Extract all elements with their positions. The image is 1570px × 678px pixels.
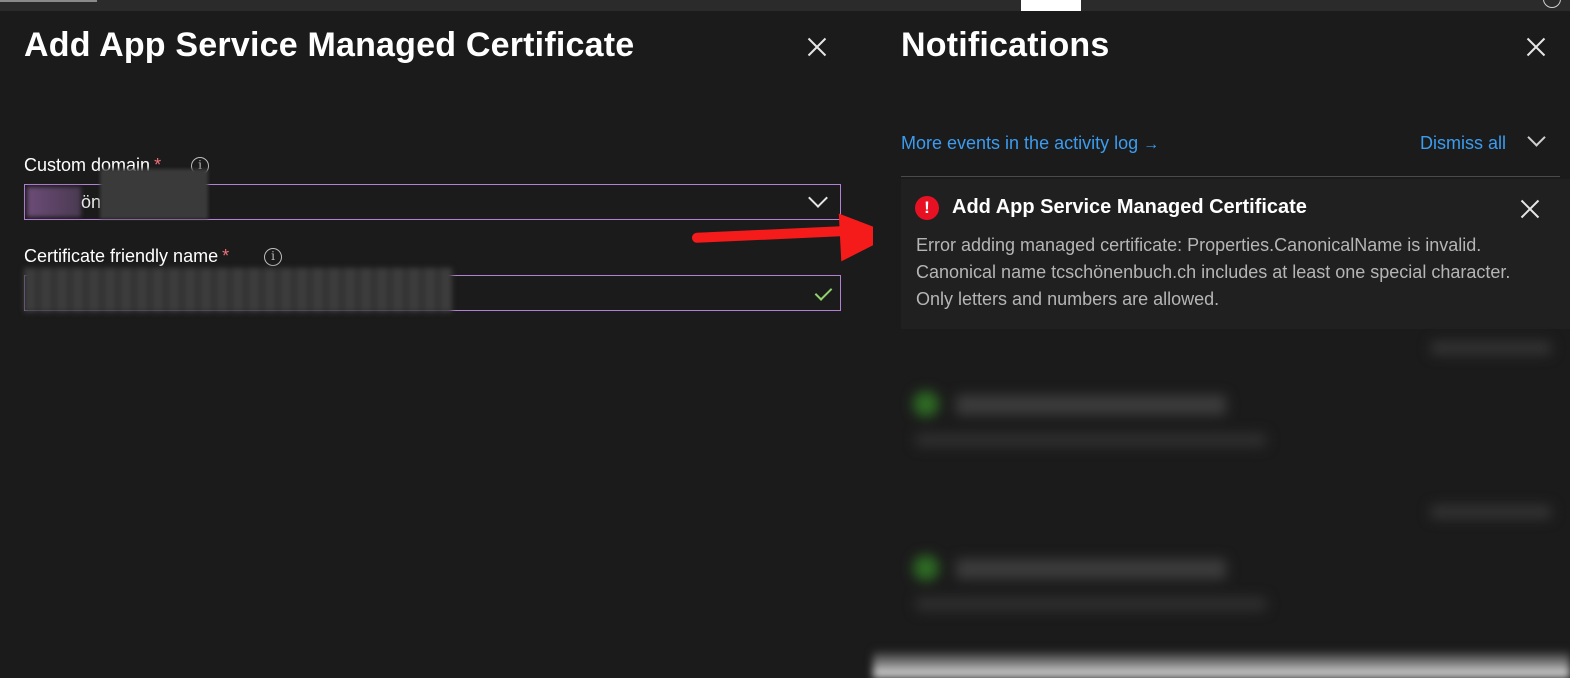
message-line: Only letters and numbers are allowed. xyxy=(916,289,1220,309)
topbar-highlight xyxy=(1021,0,1081,11)
blurred-footer xyxy=(873,651,1570,678)
notifications-panel: Notifications More events in the activit… xyxy=(873,11,1570,678)
required-mark: * xyxy=(222,246,230,266)
notification-title: Add App Service Managed Certificate xyxy=(952,196,1307,218)
notification-message: Error adding managed certificate: Proper… xyxy=(916,232,1556,313)
friendly-name-label-text: Certificate friendly name xyxy=(24,246,219,266)
blurred-timestamp xyxy=(1431,341,1551,355)
close-icon[interactable] xyxy=(806,36,828,58)
panel-title: Add App Service Managed Certificate xyxy=(24,26,635,64)
account-name[interactable] xyxy=(1312,0,1532,6)
blurred-subtitle xyxy=(916,433,1266,447)
close-icon[interactable] xyxy=(1525,36,1547,58)
error-icon: ! xyxy=(915,196,939,220)
success-icon xyxy=(913,555,939,581)
info-icon[interactable]: i xyxy=(264,248,282,266)
blurred-notification-item xyxy=(901,329,1570,479)
friendly-name-label: Certificate friendly name * xyxy=(24,246,229,267)
chevron-down-icon[interactable] xyxy=(808,188,828,208)
blurred-notification-item xyxy=(901,493,1570,643)
blurred-subtitle xyxy=(916,597,1266,611)
custom-domain-value: ön xyxy=(81,192,102,212)
redacted-region xyxy=(27,187,81,217)
blurred-title xyxy=(956,395,1226,415)
close-icon[interactable] xyxy=(1519,198,1537,216)
active-tab-indicator xyxy=(0,0,97,2)
dismiss-all-button[interactable]: Dismiss all xyxy=(1420,133,1506,154)
activity-log-link[interactable]: More events in the activity log → xyxy=(901,133,1159,154)
blurred-title xyxy=(956,559,1226,579)
chevron-down-icon[interactable] xyxy=(1527,128,1546,147)
top-bar xyxy=(0,0,1570,11)
add-certificate-panel: Add App Service Managed Certificate Cust… xyxy=(0,11,873,678)
redacted-region xyxy=(100,169,208,219)
success-icon xyxy=(913,391,939,417)
notifications-title: Notifications xyxy=(901,26,1110,64)
redacted-region xyxy=(24,268,452,312)
account-icon[interactable] xyxy=(1543,0,1561,8)
blurred-timestamp xyxy=(1431,505,1551,519)
divider xyxy=(901,176,1560,177)
activity-log-text: More events in the activity log xyxy=(901,133,1139,153)
checkmark-icon xyxy=(814,283,833,301)
arrow-right-icon: → xyxy=(1143,136,1160,153)
message-line: Canonical name tcschönenbuch.ch includes… xyxy=(916,262,1511,282)
message-line: Error adding managed certificate: Proper… xyxy=(916,235,1482,255)
notification-item[interactable]: ! Add App Service Managed Certificate Er… xyxy=(901,179,1570,329)
